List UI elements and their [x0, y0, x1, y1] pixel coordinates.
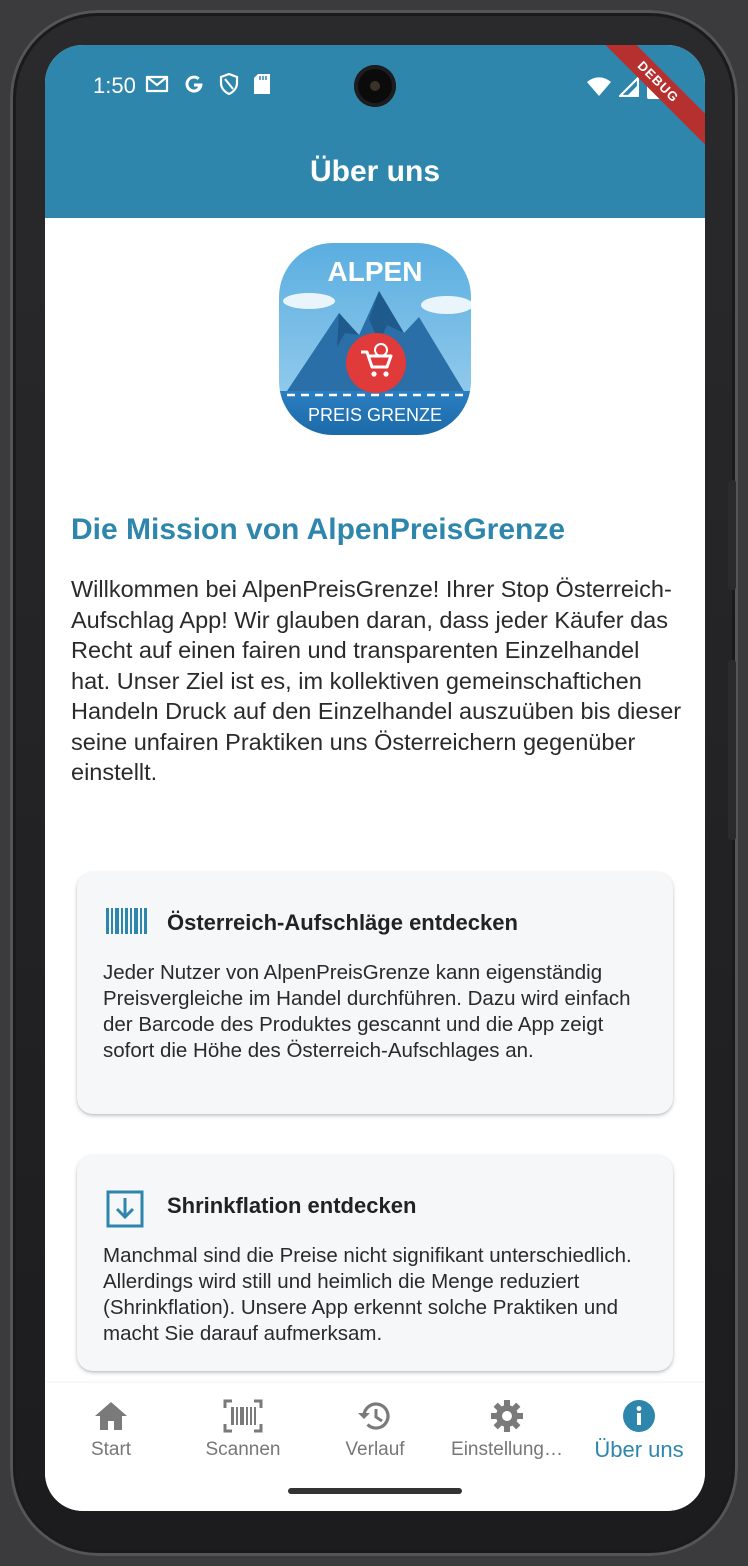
- nav-label: Verlauf: [345, 1439, 405, 1460]
- screen: 1:50 DEBUG Über uns ALPEN PREIS GRENZE D…: [45, 45, 705, 1511]
- page-title: Über uns: [309, 155, 441, 188]
- sd-card-icon: [253, 73, 271, 95]
- nav-label: Scannen: [205, 1439, 281, 1460]
- info-icon: [573, 1399, 705, 1433]
- feature-card: Österreich-Aufschläge entdecken Jeder Nu…: [77, 872, 673, 1114]
- mission-title: Die Mission von AlpenPreisGrenze: [71, 513, 566, 546]
- nav-item-einstellungen[interactable]: Einstellung…: [441, 1399, 573, 1461]
- card-text: Jeder Nutzer von AlpenPreisGrenze kann e…: [103, 961, 631, 1062]
- barcode-scan-icon: [177, 1399, 309, 1433]
- shield-icon: [219, 73, 239, 95]
- app-bar: 1:50 DEBUG Über uns: [45, 45, 705, 218]
- mail-icon: [145, 74, 169, 94]
- gear-icon: [441, 1399, 573, 1433]
- nav-item-start[interactable]: Start: [45, 1399, 177, 1461]
- logo-bottom-text: PREIS GRENZE: [308, 405, 442, 425]
- google-icon: [183, 73, 205, 95]
- home-icon: [45, 1399, 177, 1433]
- signal-icon: [618, 76, 640, 102]
- volume-button: [728, 480, 736, 590]
- card-text: Manchmal sind die Preise nicht signifika…: [103, 1244, 632, 1345]
- front-camera: [354, 65, 396, 107]
- barcode-icon: [105, 906, 149, 941]
- nav-label: Über uns: [594, 1437, 684, 1462]
- logo-top-text: ALPEN: [328, 256, 423, 287]
- feature-card: Shrinkflation entdecken Manchmal sind di…: [77, 1155, 673, 1371]
- status-bar: 1:50 DEBUG: [45, 45, 705, 150]
- app-logo: ALPEN PREIS GRENZE: [279, 243, 471, 435]
- wifi-icon: [587, 77, 611, 102]
- mission-text: Willkommen bei AlpenPreisGrenze! Ihrer S…: [71, 576, 682, 785]
- nav-label: Start: [90, 1439, 132, 1460]
- status-time: 1:50: [93, 73, 136, 98]
- download-box-icon: [105, 1189, 145, 1234]
- nav-item-scannen[interactable]: Scannen: [177, 1399, 309, 1461]
- history-icon: [309, 1399, 441, 1433]
- power-button: [728, 660, 736, 840]
- nav-item-ueber-uns[interactable]: Über uns: [573, 1399, 705, 1463]
- nav-item-verlauf[interactable]: Verlauf: [309, 1399, 441, 1461]
- nav-label: Einstellung…: [451, 1439, 563, 1460]
- card-title: Shrinkflation entdecken: [167, 1193, 417, 1218]
- card-title: Österreich-Aufschläge entdecken: [167, 910, 518, 935]
- home-indicator[interactable]: [288, 1488, 462, 1494]
